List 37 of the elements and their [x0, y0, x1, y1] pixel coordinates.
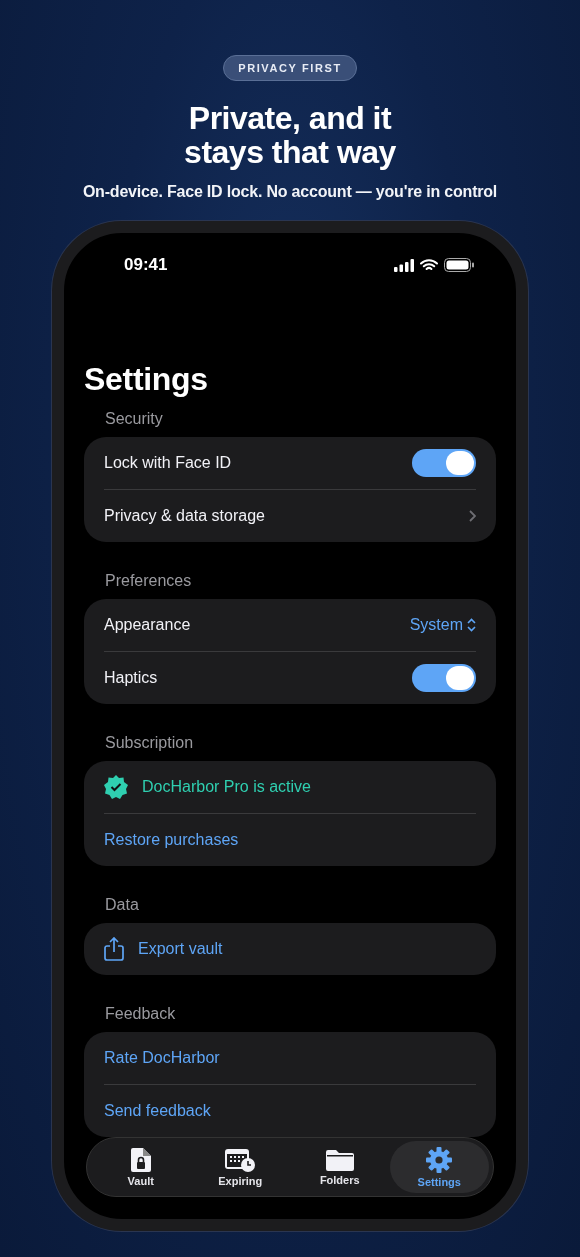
tab-item[interactable]: Vault	[91, 1141, 191, 1193]
folder-icon	[325, 1148, 354, 1171]
subheadline: On-device. Face ID lock. No account — you're in control	[82, 183, 498, 201]
headline: Private, and it stays that way	[184, 101, 396, 169]
calendar-clock-icon	[225, 1147, 256, 1172]
setting-label: Appearance	[104, 616, 192, 634]
action-link[interactable]: Restore purchases	[104, 831, 476, 849]
toggle-switch[interactable]	[412, 664, 476, 692]
section-header: Feedback	[104, 1005, 177, 1023]
status-time: 09:41	[124, 255, 168, 275]
subscription-status: DocHarbor Pro is active	[142, 778, 312, 796]
chevron-right-icon	[469, 510, 476, 522]
setting-label: Lock with Face ID	[104, 454, 233, 472]
wifi-icon	[420, 258, 438, 272]
tab-item[interactable]: Settings	[389, 1141, 489, 1193]
document-lock-icon	[130, 1147, 151, 1172]
appearance-picker[interactable]: System	[409, 616, 476, 634]
privacy-badge: PRIVACY FIRST	[223, 55, 357, 81]
battery-icon	[444, 258, 474, 272]
screen-title: Settings	[84, 361, 209, 398]
setting-label: Haptics	[104, 669, 159, 687]
section-header: Preferences	[104, 572, 193, 590]
tab-item[interactable]: Folders	[290, 1141, 390, 1193]
section-header: Subscription	[104, 734, 195, 752]
signal-icon	[394, 258, 414, 272]
up-down-chevron-icon	[467, 618, 476, 632]
settings-icon	[426, 1146, 453, 1173]
tab-item[interactable]: Expiring	[190, 1141, 290, 1193]
setting-link[interactable]: Privacy & data storage	[104, 507, 455, 525]
section-header: Security	[104, 410, 164, 428]
verified-badge-icon	[104, 775, 128, 799]
action-link[interactable]: Send feedback	[104, 1102, 476, 1120]
share-icon	[104, 937, 124, 961]
toggle-switch[interactable]	[412, 449, 476, 477]
export-link[interactable]: Export vault	[138, 940, 476, 958]
action-link[interactable]: Rate DocHarbor	[104, 1049, 476, 1067]
section-header: Data	[104, 896, 140, 914]
